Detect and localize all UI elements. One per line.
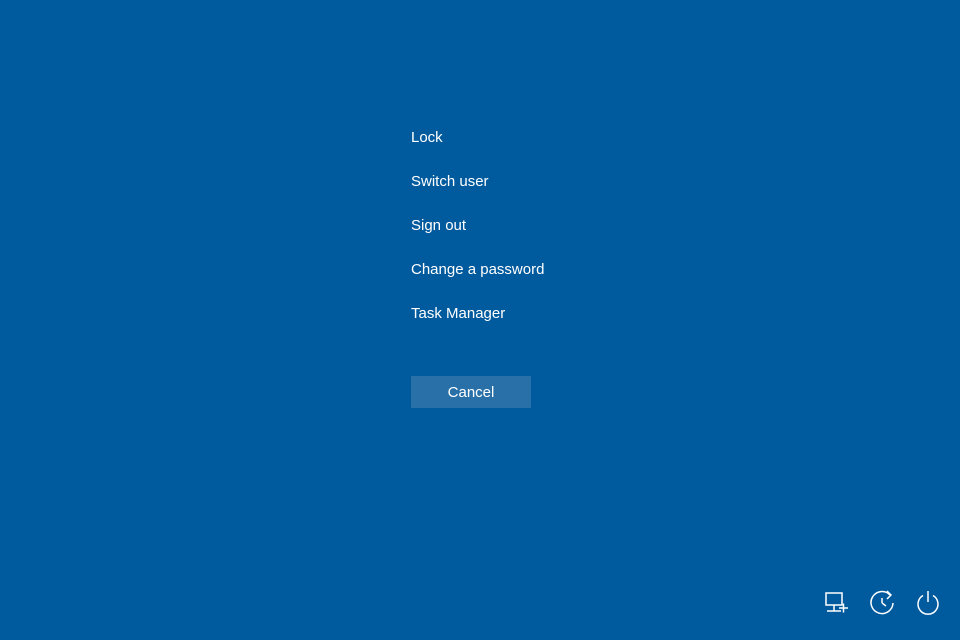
bottom-icon-bar: [822, 589, 942, 622]
option-lock[interactable]: Lock: [411, 128, 544, 148]
option-sign-out[interactable]: Sign out: [411, 216, 544, 236]
network-icon[interactable]: [822, 589, 850, 622]
cancel-button[interactable]: Cancel: [411, 376, 531, 408]
ease-of-access-icon[interactable]: [868, 589, 896, 622]
power-icon[interactable]: [914, 589, 942, 622]
option-task-manager[interactable]: Task Manager: [411, 304, 544, 324]
option-change-password[interactable]: Change a password: [411, 260, 544, 280]
option-switch-user[interactable]: Switch user: [411, 172, 544, 192]
security-options-list: Lock Switch user Sign out Change a passw…: [411, 128, 544, 348]
